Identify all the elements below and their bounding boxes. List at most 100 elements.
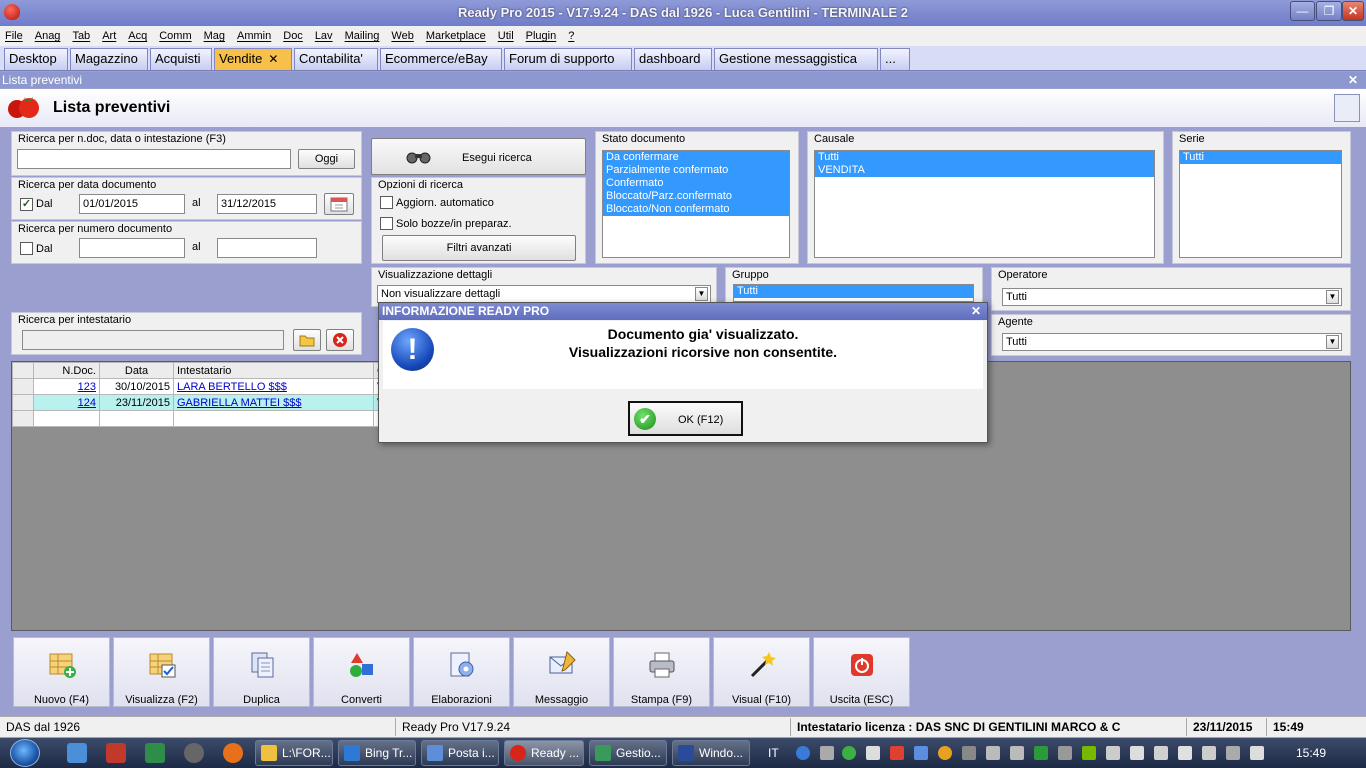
row-selector[interactable] — [12, 394, 34, 411]
menu-file[interactable]: File — [5, 30, 29, 42]
tray-icon[interactable] — [1202, 746, 1216, 760]
operator-select[interactable]: Tutti ▼ — [1002, 288, 1342, 306]
status-option[interactable]: Confermato — [603, 177, 789, 190]
taskbar-item-mail[interactable]: Posta i... — [421, 740, 499, 766]
menu-tab[interactable]: Tab — [72, 30, 96, 42]
print-button[interactable]: Stampa (F9) — [613, 637, 710, 707]
tray-icon[interactable] — [1130, 746, 1144, 760]
status-listbox[interactable]: Da confermare Parzialmente confermato Co… — [602, 150, 790, 258]
taskbar-item-readypro[interactable]: Ready ... — [504, 740, 584, 766]
holder-input[interactable] — [22, 330, 284, 350]
causale-listbox[interactable]: Tutti VENDITA — [814, 150, 1155, 258]
tab-dashboard[interactable]: dashboard — [634, 48, 712, 70]
tab-ecommerce[interactable]: Ecommerce/eBay — [380, 48, 502, 70]
serie-listbox[interactable]: Tutti — [1179, 150, 1342, 258]
run-search-button[interactable]: Esegui ricerca — [371, 138, 586, 175]
menu-doc[interactable]: Doc — [283, 30, 309, 42]
menu-web[interactable]: Web — [391, 30, 419, 42]
menu-plugin[interactable]: Plugin — [526, 30, 563, 42]
pinned-app-icon[interactable] — [67, 743, 87, 763]
tray-icon[interactable] — [820, 746, 834, 760]
column-header[interactable]: N.Doc. — [33, 362, 100, 379]
doc-number-link[interactable]: 124 — [78, 397, 96, 409]
processing-button[interactable]: Elaborazioni — [413, 637, 510, 707]
tab-vendite[interactable]: Vendite ✕ — [214, 48, 292, 70]
tray-icon[interactable] — [938, 746, 952, 760]
doc-number-link[interactable]: 123 — [78, 381, 96, 393]
start-button[interactable] — [10, 739, 40, 767]
tab-contabilita[interactable]: Contabilita' — [294, 48, 378, 70]
convert-button[interactable]: Converti — [313, 637, 410, 707]
row-selector[interactable] — [12, 378, 34, 395]
visual-button[interactable]: Visual (F10) — [713, 637, 810, 707]
duplicate-button[interactable]: Duplica — [213, 637, 310, 707]
new-button[interactable]: Nuovo (F4) — [13, 637, 110, 707]
network-tray-icon[interactable] — [1226, 746, 1240, 760]
menu-util[interactable]: Util — [498, 30, 520, 42]
menu-lav[interactable]: Lav — [315, 30, 339, 42]
search-input[interactable] — [17, 149, 291, 169]
table-row[interactable]: 124 23/11/2015 GABRIELLA MATTEI $$$ V — [12, 394, 389, 411]
tray-icon[interactable] — [842, 746, 856, 760]
taskbar-item-bing[interactable]: Bing Tr... — [338, 740, 416, 766]
form-close-icon[interactable]: ✕ — [1348, 72, 1358, 88]
tab-close-icon[interactable]: ✕ — [268, 52, 278, 66]
user-config-icon[interactable] — [1334, 94, 1360, 122]
tab-messaggistica[interactable]: Gestione messaggistica — [714, 48, 878, 70]
maximize-button[interactable]: ❐ — [1316, 1, 1342, 21]
drafts-only-checkbox[interactable] — [380, 217, 393, 230]
filezilla-icon[interactable] — [106, 743, 126, 763]
chevron-down-icon[interactable]: ▼ — [695, 287, 708, 301]
status-option[interactable]: Da confermare — [603, 151, 789, 164]
taskbar-item-gestione[interactable]: Gestio... — [589, 740, 667, 766]
menu-ammin[interactable]: Ammin — [237, 30, 277, 42]
tab-magazzino[interactable]: Magazzino — [70, 48, 148, 70]
today-button[interactable]: Oggi — [298, 149, 355, 169]
tray-icon[interactable] — [962, 746, 976, 760]
tab-forum[interactable]: Forum di supporto — [504, 48, 632, 70]
date-to-input[interactable] — [217, 194, 317, 214]
view-button[interactable]: Visualizza (F2) — [113, 637, 210, 707]
tab-desktop[interactable]: Desktop — [4, 48, 68, 70]
menu-acq[interactable]: Acq — [128, 30, 153, 42]
causale-option[interactable]: Tutti — [815, 151, 1154, 164]
close-window-button[interactable]: ✕ — [1342, 1, 1364, 21]
tray-icon[interactable] — [890, 746, 904, 760]
column-header[interactable]: Data — [99, 362, 174, 379]
tab-acquisti[interactable]: Acquisti — [150, 48, 212, 70]
calendar-button[interactable] — [324, 193, 354, 215]
tray-icon[interactable] — [986, 746, 1000, 760]
nvidia-tray-icon[interactable] — [1082, 746, 1096, 760]
blocked-app-icon[interactable] — [184, 743, 204, 763]
menu-mag[interactable]: Mag — [204, 30, 231, 42]
menu-comm[interactable]: Comm — [159, 30, 197, 42]
firefox-icon[interactable] — [223, 743, 243, 763]
exit-button[interactable]: Uscita (ESC) — [813, 637, 910, 707]
network-app-icon[interactable] — [145, 743, 165, 763]
holder-browse-button[interactable] — [293, 329, 321, 351]
chevron-down-icon[interactable]: ▼ — [1326, 290, 1339, 304]
row-selector[interactable] — [12, 410, 34, 427]
tray-icon[interactable] — [914, 746, 928, 760]
tray-icon[interactable] — [866, 746, 880, 760]
status-option[interactable]: Parzialmente confermato — [603, 164, 789, 177]
tab-more[interactable]: ... — [880, 48, 910, 70]
number-from-input[interactable] — [79, 238, 185, 258]
tray-icon[interactable] — [1106, 746, 1120, 760]
table-row[interactable] — [12, 410, 389, 427]
tray-icon[interactable] — [1058, 746, 1072, 760]
causale-option[interactable]: VENDITA — [815, 164, 1154, 177]
ok-button[interactable]: ✔ OK (F12) — [628, 401, 743, 436]
tray-icon[interactable] — [1178, 746, 1192, 760]
menu-art[interactable]: Art — [102, 30, 122, 42]
taskbar-clock[interactable]: 15:49 — [1296, 738, 1326, 768]
details-select[interactable]: Non visualizzare dettagli ▼ — [377, 285, 711, 303]
dialog-close-icon[interactable]: ✕ — [971, 303, 981, 320]
agent-select[interactable]: Tutti ▼ — [1002, 333, 1342, 351]
language-indicator[interactable]: IT — [768, 738, 779, 768]
status-option[interactable]: Bloccato/Non confermato — [603, 203, 789, 216]
auto-update-checkbox[interactable] — [380, 196, 393, 209]
menu-anag[interactable]: Anag — [35, 30, 67, 42]
message-button[interactable]: Messaggio — [513, 637, 610, 707]
advanced-filters-button[interactable]: Filtri avanzati — [382, 235, 576, 261]
